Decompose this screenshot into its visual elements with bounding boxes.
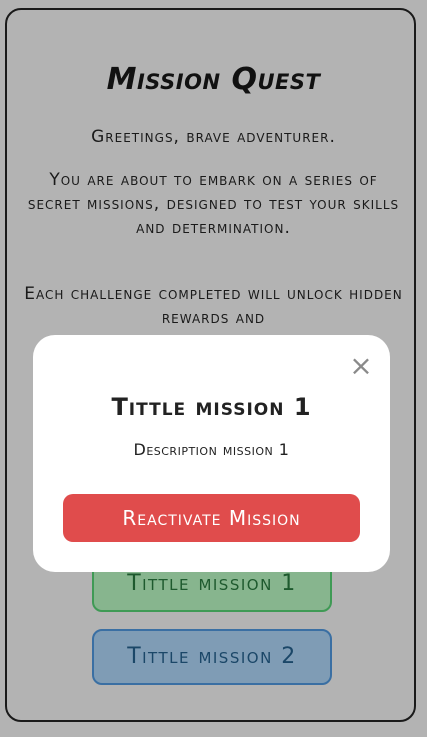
modal-title: Tittle mission 1 — [111, 393, 312, 421]
close-icon[interactable]: × — [346, 351, 376, 381]
modal-description: Description mission 1 — [133, 440, 290, 459]
intro-text: You are about to embark on a series of s… — [27, 170, 400, 238]
greeting-text: Greetings, brave adventurer. — [91, 127, 336, 147]
mission-button-2[interactable]: Tittle mission 2 — [92, 629, 332, 685]
mission-modal: × Tittle mission 1 Description mission 1… — [33, 335, 390, 572]
challenge-text: Each challenge completed will unlock hid… — [24, 284, 403, 328]
page: Mission Quest Greetings, brave adventure… — [0, 0, 427, 737]
page-title: Mission Quest — [106, 62, 321, 97]
reactivate-mission-button[interactable]: Reactivate Mission — [63, 494, 360, 542]
